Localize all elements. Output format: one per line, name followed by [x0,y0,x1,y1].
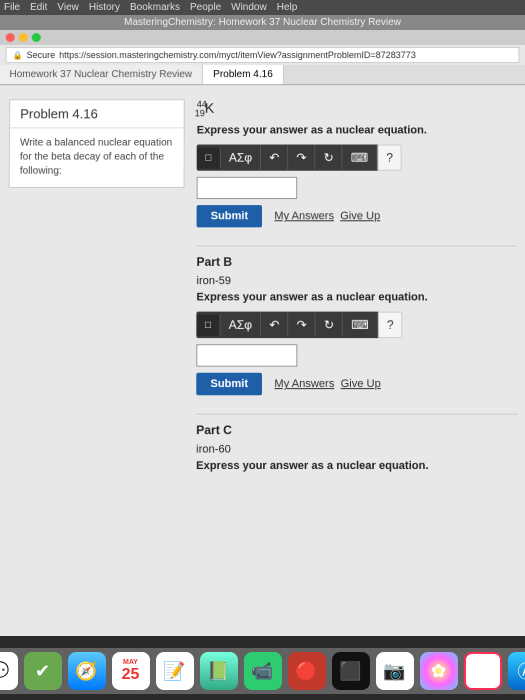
menu-window[interactable]: Window [231,2,267,13]
dock-calendar-icon[interactable]: MAY25 [112,652,150,690]
greek-button[interactable]: ΑΣφ [221,146,261,170]
os-menubar: File Edit View History Bookmarks People … [0,0,525,15]
problem-panel: Problem 4.16 Write a balanced nuclear eq… [9,99,185,188]
dock-photobooth-icon[interactable]: 📷 [376,652,414,690]
secure-label: Secure [27,50,56,60]
keyboard-button[interactable]: ⌨ [343,146,378,170]
redo-button[interactable]: ↷ [289,313,316,337]
give-up-link[interactable]: Give Up [340,211,380,223]
my-answers-link[interactable]: My Answers [274,211,334,223]
window-controls [0,30,525,45]
menu-view[interactable]: View [57,2,79,13]
dock-messages-icon[interactable]: 💬 [0,652,18,690]
menu-history[interactable]: History [89,2,120,13]
problem-title: Problem 4.16 [10,100,184,128]
submit-button-b[interactable]: Submit [196,373,262,395]
isotope-label: 4419K [197,99,516,119]
dock-itunes-icon[interactable]: ♪ [464,652,502,690]
give-up-link[interactable]: Give Up [341,378,381,390]
menu-file[interactable]: File [4,2,20,13]
dock-photos-icon[interactable]: ✿ [420,652,458,690]
my-answers-link[interactable]: My Answers [274,378,334,390]
maximize-icon[interactable] [32,33,41,42]
prompt-b: Express your answer as a nuclear equatio… [196,292,517,304]
redo-button[interactable]: ↷ [288,146,315,170]
prompt-a: Express your answer as a nuclear equatio… [197,125,516,137]
macos-dock: 💬 ✔ 🧭 MAY25 📝 📗 📹 🔴 ⬛ 📷 ✿ ♪ Ⓐ2 [0,648,525,694]
menu-bookmarks[interactable]: Bookmarks [130,2,180,13]
page-tabs: Homework 37 Nuclear Chemistry Review Pro… [0,65,525,85]
dock-app4-icon[interactable]: ⬛ [332,652,370,690]
template-button[interactable]: □ [196,315,220,336]
part-b-sub: iron-59 [196,275,517,287]
answer-input-a[interactable] [197,177,298,199]
undo-button[interactable]: ↶ [261,146,288,170]
prompt-c: Express your answer as a nuclear equatio… [196,460,518,472]
equation-toolbar-a: □ ΑΣφ ↶ ↷ ↻ ⌨ ? [197,145,402,171]
keyboard-button[interactable]: ⌨ [343,313,378,337]
menu-people[interactable]: People [190,2,221,13]
part-c-heading: Part C [196,414,518,438]
answer-input-b[interactable] [196,345,297,367]
undo-button[interactable]: ↶ [261,313,288,337]
window-title: MasteringChemistry: Homework 37 Nuclear … [0,15,525,30]
menu-edit[interactable]: Edit [30,2,47,13]
part-c-sub: iron-60 [196,444,518,456]
help-button[interactable]: ? [378,312,403,338]
tab-homework[interactable]: Homework 37 Nuclear Chemistry Review [0,65,203,84]
template-button[interactable]: □ [197,147,221,168]
dock-notes-icon[interactable]: 📝 [156,652,194,690]
dock-facetime-icon[interactable]: 📹 [244,652,282,690]
part-b-heading: Part B [196,246,516,269]
dock-safari-icon[interactable]: 🧭 [68,652,106,690]
submit-button-a[interactable]: Submit [197,206,263,228]
answer-links-a: My Answers Give Up [274,211,380,223]
lock-icon: 🔒 [13,51,23,60]
dock-app2-icon[interactable]: 📗 [200,652,238,690]
dock-app3-icon[interactable]: 🔴 [288,652,326,690]
reset-button[interactable]: ↻ [316,313,343,337]
tab-problem[interactable]: Problem 4.16 [203,65,284,84]
minimize-icon[interactable] [19,33,28,42]
equation-toolbar-b: □ ΑΣφ ↶ ↷ ↻ ⌨ ? [196,312,402,338]
answer-links-b: My Answers Give Up [274,378,380,390]
dock-appstore-icon[interactable]: Ⓐ2 [508,652,525,690]
url-text: https://session.masteringchemistry.com/m… [59,50,416,60]
problem-body: Write a balanced nuclear equation for th… [10,128,184,186]
greek-button[interactable]: ΑΣφ [221,313,262,337]
help-button[interactable]: ? [377,145,402,171]
reset-button[interactable]: ↻ [316,146,343,170]
close-icon[interactable] [6,33,15,42]
menu-help[interactable]: Help [277,2,298,13]
dock-app-icon[interactable]: ✔ [24,652,62,690]
address-bar[interactable]: 🔒 Secure https://session.masteringchemis… [6,47,520,63]
